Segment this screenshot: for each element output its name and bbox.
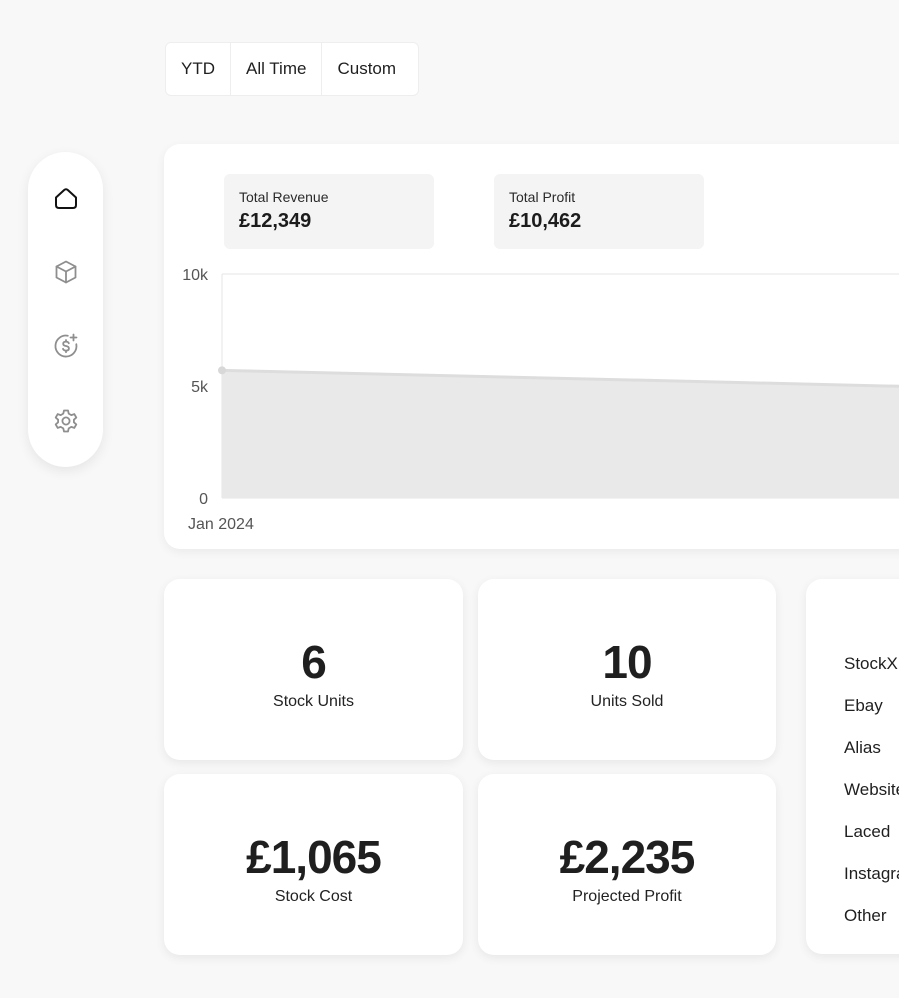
tab-custom[interactable]: Custom <box>322 43 418 95</box>
sidebar <box>28 152 103 467</box>
stat-label: Stock Units <box>273 693 354 710</box>
stock-cost-card: £1,065 Stock Cost <box>164 774 463 955</box>
channel-item-website: Website <box>844 780 899 799</box>
y-tick-label: 5k <box>191 379 209 396</box>
stat-value: £2,235 <box>559 831 696 883</box>
units-sold-card: 10 Units Sold <box>478 579 776 760</box>
channel-item-stockx: StockX <box>844 654 898 673</box>
sidebar-item-home[interactable] <box>44 176 88 220</box>
home-icon <box>54 188 77 209</box>
sidebar-item-sales[interactable] <box>44 324 88 368</box>
area-chart: 10k 5k 0 Jan 2024 <box>182 267 899 533</box>
tab-ytd[interactable]: YTD <box>166 43 231 95</box>
data-point <box>218 366 226 375</box>
x-tick-label: Jan 2024 <box>188 516 254 533</box>
gear-icon <box>54 409 77 433</box>
channel-item-laced: Laced <box>844 822 891 841</box>
sidebar-item-inventory[interactable] <box>44 250 88 294</box>
stat-value: 10 <box>602 636 652 688</box>
date-range-tabs: YTD All Time Custom <box>165 42 420 96</box>
y-tick-label: 0 <box>199 491 208 508</box>
sales-channels-card: StockX Ebay Alias Website Laced Instagra… <box>806 579 899 954</box>
projected-profit-card: £2,235 Projected Profit <box>478 774 776 955</box>
y-tick-label: 10k <box>182 267 209 284</box>
dollar-coin-icon <box>54 333 77 358</box>
revenue-chart-card: Total Revenue £12,349 Total Profit £10,4… <box>164 144 899 549</box>
stat-label: Units Sold <box>590 693 664 710</box>
stock-units-card: 6 Stock Units <box>164 579 463 760</box>
channel-item-other: Other <box>844 906 887 925</box>
channel-item-alias: Alias <box>844 738 881 757</box>
dashboard-page: YTD All Time Custom Total Revenue £12,34… <box>0 0 899 998</box>
stat-value: £1,065 <box>246 831 382 883</box>
tab-all-time[interactable]: All Time <box>231 43 323 95</box>
sidebar-item-settings[interactable] <box>44 399 88 443</box>
channel-item-ebay: Ebay <box>844 696 883 715</box>
box-icon <box>55 260 76 284</box>
area-fill <box>222 370 899 498</box>
stat-value: 6 <box>301 636 327 688</box>
stat-label: Stock Cost <box>274 888 353 905</box>
channel-item-instagram: Instagram <box>844 864 899 883</box>
stat-label: Projected Profit <box>572 888 682 905</box>
